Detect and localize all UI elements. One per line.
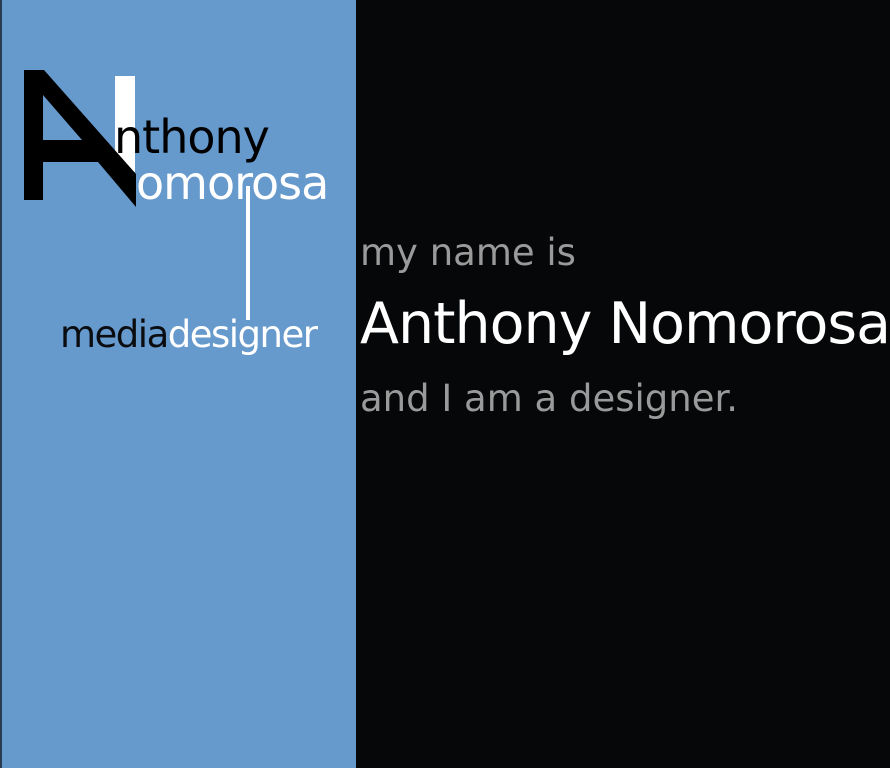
logo-divider-line xyxy=(246,186,250,320)
intro-name: Anthony Nomorosa xyxy=(360,291,890,357)
logo-last-name: omorosa xyxy=(136,156,329,210)
intro-line-3: and I am a designer. xyxy=(360,377,739,420)
intro-line-1: my name is xyxy=(360,231,576,274)
logo-first-name: nthony xyxy=(114,110,270,164)
tagline-designer: designer xyxy=(167,313,318,356)
logo-panel: nthony omorosa mediadesigner xyxy=(0,0,356,768)
tagline-media: media xyxy=(60,313,169,356)
logo-tagline: mediadesigner xyxy=(60,313,318,356)
